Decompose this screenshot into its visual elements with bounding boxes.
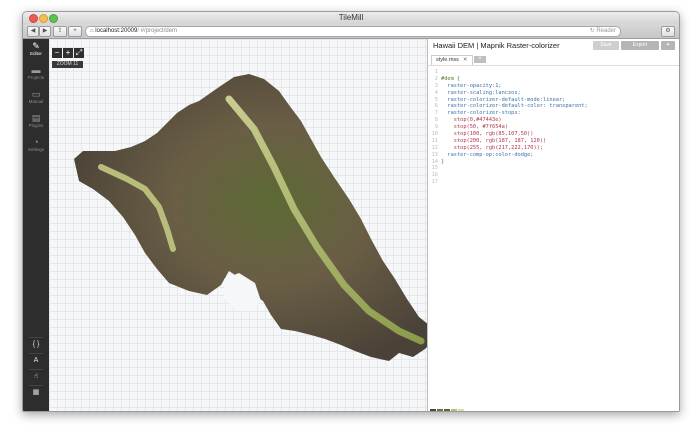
code-line: 5 raster-colorizer-default-mode:linear; [434, 96, 566, 103]
zoom-out-button[interactable]: − [52, 48, 62, 58]
settings-gear-icon[interactable]: ⚙ [661, 26, 675, 37]
code-editor[interactable]: 1 2 #dem { 3 raster-opacity:1; 4 raster-s… [428, 69, 679, 186]
zoom-level-label: ZOOM 11 [52, 61, 83, 68]
pencil-icon: ✎ [32, 41, 40, 51]
browser-toolbar: ◀ ▶ ⇪ + ⌂ localhost:20009/ #/project/dem… [23, 24, 679, 39]
sidebar-item-label: Plugins [28, 123, 44, 128]
palette-swatch[interactable] [451, 409, 457, 411]
book-icon: ▭ [31, 89, 41, 99]
reader-button[interactable]: ↻ Reader [590, 27, 616, 36]
code-line: 10 stop(100, rgb(85,107,50)) [431, 131, 534, 138]
font-icon[interactable]: A [29, 353, 43, 368]
wrench-icon[interactable]: ✦ [661, 41, 675, 50]
code-line: 15 [431, 165, 438, 172]
sidebar-item-label: Editor [30, 51, 42, 56]
oahu-elevation-map [74, 74, 427, 361]
code-line: 8 stop(0,#47443e) [434, 117, 502, 124]
url-host: localhost:20009 [95, 28, 138, 34]
sidebar-item-manual[interactable]: ▭ Manual [23, 89, 49, 105]
plugin-icon: ▤ [31, 113, 41, 123]
forward-arrow-icon[interactable]: ▶ [39, 26, 51, 37]
add-stylesheet-button[interactable]: + [474, 56, 486, 63]
code-line: 4 raster-scaling:lanczos; [434, 89, 521, 96]
editor-tabs: style.mss ✕ + [428, 53, 679, 66]
settings-icon: ◔ [33, 137, 39, 147]
palette-swatch[interactable] [430, 409, 436, 411]
url-path: / #/project/dem [137, 28, 178, 34]
editor-header: Hawaii DEM | Mapnik Raster-colorizer Sav… [428, 39, 679, 53]
folder-icon: ▬ [31, 65, 41, 75]
window-title: TileMill [338, 13, 364, 22]
code-line: 14} [431, 158, 445, 165]
close-window-icon[interactable] [29, 14, 38, 23]
code-line: 3 raster-opacity:1; [434, 82, 502, 89]
fullscreen-icon[interactable]: ⤢ [74, 48, 84, 58]
code-line: 11 stop(200, rgb(187, 187, 120)) [431, 137, 547, 144]
style-editor: Hawaii DEM | Mapnik Raster-colorizer Sav… [427, 39, 679, 411]
palette-swatch[interactable] [444, 409, 450, 411]
code-line: 1 [434, 69, 438, 75]
zoom-controls: − + ⤢ ZOOM 11 [52, 42, 85, 68]
add-tab-icon[interactable]: + [68, 26, 82, 37]
tab-style-mss[interactable]: style.mss ✕ [431, 55, 473, 65]
close-tab-icon[interactable]: ✕ [463, 57, 468, 63]
sidebar: ✎ Editor ▬ Projects ▭ Manual ▤ Plugins ◔… [23, 39, 49, 411]
code-line: 12 stop(255, rgb(217,222,170)); [431, 144, 544, 151]
app-content: ✎ Editor ▬ Projects ▭ Manual ▤ Plugins ◔… [23, 39, 679, 411]
code-line: 2 #dem { [434, 75, 461, 82]
app-window: TileMill ◀ ▶ ⇪ + ⌂ localhost:20009/ #/pr… [22, 11, 680, 412]
palette-swatch[interactable] [437, 409, 443, 411]
hand-icon[interactable]: ☝ [29, 369, 43, 384]
code-braces-icon[interactable]: { } [29, 337, 43, 352]
address-bar[interactable]: ⌂ localhost:20009/ #/project/dem ↻ Reade… [85, 26, 621, 37]
palette-swatch[interactable] [458, 409, 464, 411]
map-view[interactable]: − + ⤢ ZOOM 11 [49, 39, 427, 411]
project-title: Hawaii DEM | Mapnik Raster-colorizer [433, 41, 560, 50]
sidebar-item-editor[interactable]: ✎ Editor [23, 41, 49, 57]
back-arrow-icon[interactable]: ◀ [27, 26, 39, 37]
sidebar-item-label: Settings [27, 147, 45, 152]
code-line: 9 stop(50, #7f654a) [434, 124, 508, 131]
layers-icon[interactable]: ▦ [29, 385, 43, 400]
share-icon[interactable]: ⇪ [53, 26, 67, 37]
code-line: 7 raster-colorizer-stops: [434, 110, 521, 117]
sidebar-item-projects[interactable]: ▬ Projects [23, 65, 49, 81]
sidebar-item-settings[interactable]: ◔ Settings [23, 137, 49, 153]
zoom-in-button[interactable]: + [63, 48, 73, 58]
code-line: 6 raster-colorizer-default-color: transp… [434, 103, 588, 110]
sidebar-item-label: Projects [27, 75, 45, 80]
sidebar-item-plugins[interactable]: ▤ Plugins [23, 113, 49, 129]
code-line: 16 [431, 172, 438, 179]
color-palette [430, 402, 465, 411]
title-bar: TileMill [23, 12, 679, 24]
minimize-window-icon[interactable] [39, 14, 48, 23]
code-line: 17 [431, 179, 438, 186]
save-button[interactable]: Save [593, 41, 619, 50]
sidebar-item-label: Manual [28, 99, 44, 104]
code-line: 13 raster-comp-op:color-dodge; [431, 151, 534, 158]
maximize-window-icon[interactable] [49, 14, 58, 23]
export-button[interactable]: Export [621, 41, 659, 50]
